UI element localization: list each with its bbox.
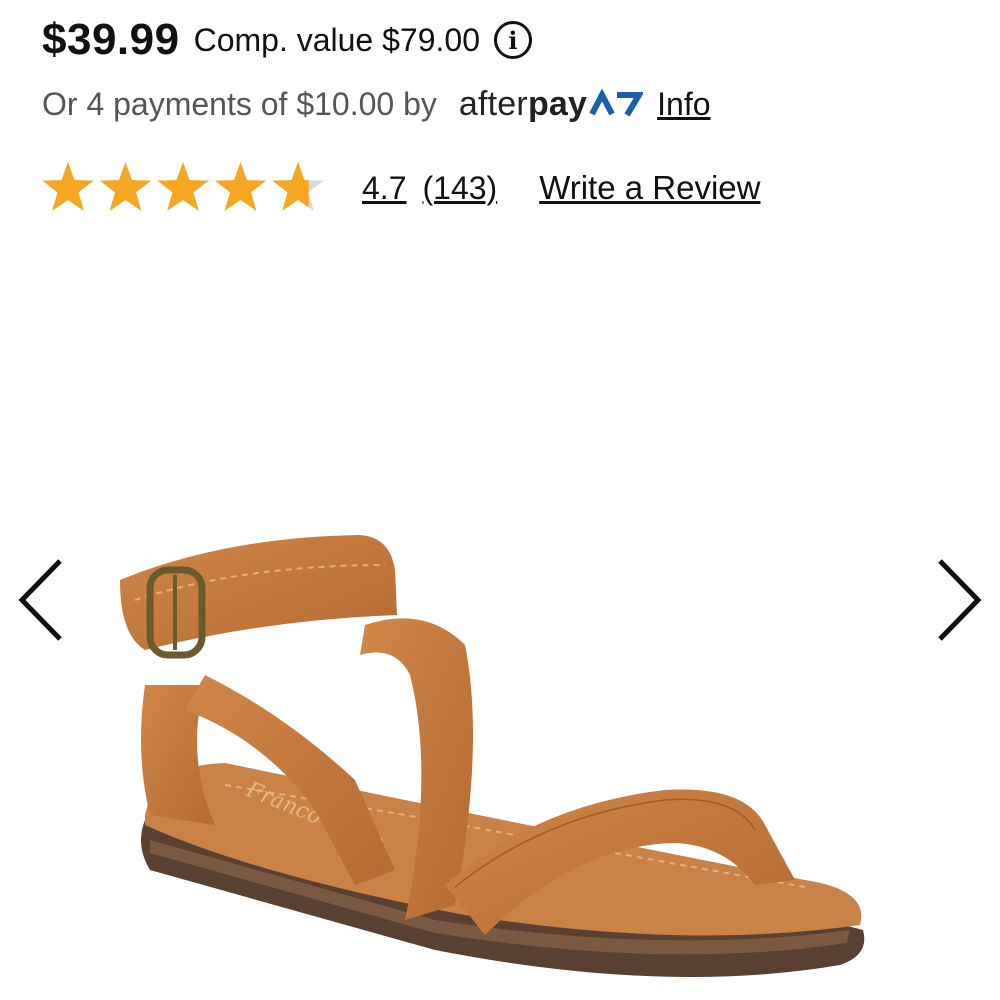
review-count[interactable]: (143) xyxy=(422,170,497,207)
star-icon xyxy=(99,162,152,211)
star-icon xyxy=(42,162,94,211)
installments-text: Or 4 payments of $10.00 by xyxy=(42,85,437,122)
star-icon xyxy=(157,162,209,211)
afterpay-info-link[interactable]: Info xyxy=(657,86,710,123)
afterpay-logo: after pay xyxy=(459,85,644,124)
afterpay-arrows-icon xyxy=(589,88,644,117)
price-row: $39.99 Comp. value $79.00 i xyxy=(42,8,532,72)
current-price: $39.99 xyxy=(42,15,180,64)
rating-value[interactable]: 4.7 xyxy=(362,170,406,207)
chevron-left-icon[interactable] xyxy=(12,555,72,645)
product-image[interactable]: Franco Sarto xyxy=(105,525,875,985)
afterpay-row: Or 4 payments of $10.00 by after pay Info xyxy=(42,78,711,130)
comp-value: Comp. value $79.00 xyxy=(193,21,480,58)
star-rating[interactable] xyxy=(42,162,324,214)
chevron-right-icon[interactable] xyxy=(928,555,988,645)
rating-row: 4.7 (143) Write a Review xyxy=(42,160,760,216)
info-icon[interactable]: i xyxy=(493,21,532,59)
write-review-link[interactable]: Write a Review xyxy=(539,169,760,207)
star-icon xyxy=(214,162,267,211)
